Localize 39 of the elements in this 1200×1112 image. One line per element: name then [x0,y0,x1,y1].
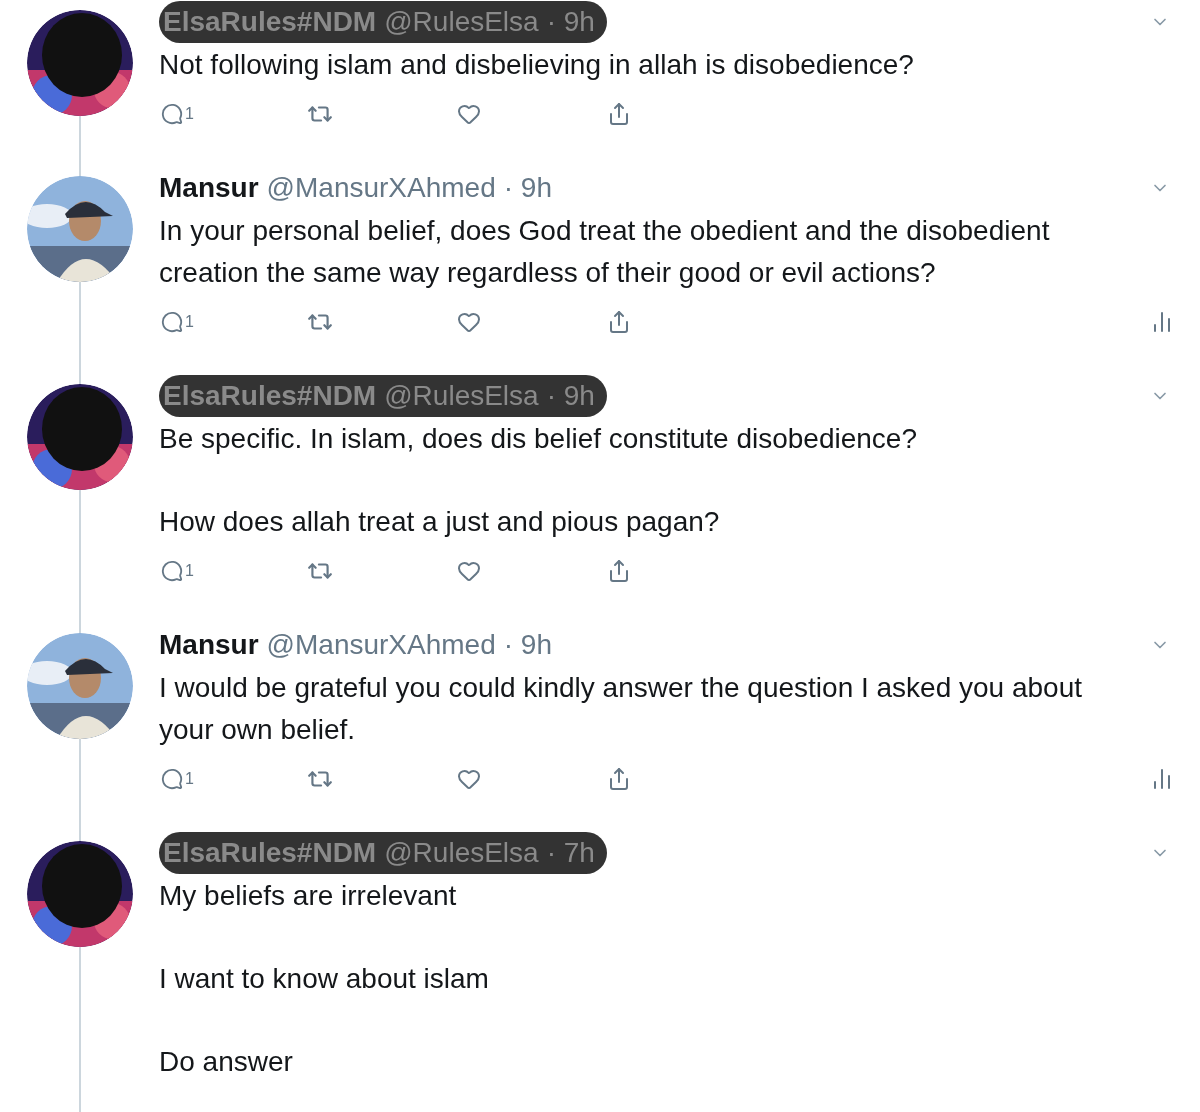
reply-button[interactable]: 1 [159,767,309,791]
tweet-time: · 9h [546,375,607,417]
tweet-text: I would be grateful you could kindly answer the question I asked you about your own belief. [159,671,1084,747]
like-icon[interactable] [457,767,481,791]
share-icon[interactable] [607,767,631,791]
tweet-text: Be specific. In islam, does dis belief constitute disobedience? [159,422,918,456]
tweet-time: · 7h [546,832,607,874]
tweet-text: My beliefs are irrelevant [159,879,458,913]
author-name[interactable]: ElsaRules#NDM [159,375,385,417]
share-icon[interactable] [607,559,631,583]
tweet-text: Do answer [159,1045,294,1079]
tweet-time: · 9h [546,1,607,43]
tweet-text: Not following islam and disbelieving in allah is disobedience? [159,48,915,82]
author-handle: @MansurXAhmed [266,628,497,662]
reply-icon[interactable] [161,311,183,333]
author-name[interactable]: Mansur [159,624,259,666]
like-icon[interactable] [457,559,481,583]
tweet-text: How does allah treat a just and pious pagan? [159,505,721,539]
tweet-time: · 9h [503,628,552,662]
reply-icon[interactable] [161,103,183,125]
reply-button[interactable]: 1 [159,102,309,126]
share-icon[interactable] [607,102,631,126]
tweet-time: · 9h [503,171,552,205]
reply-button[interactable]: 1 [159,310,309,334]
author-name[interactable]: ElsaRules#NDM [159,832,385,874]
tweet-text: In your personal belief, does God treat the obedient and the disobedient creation the same way regardless of their good or evil actions? [159,214,1051,290]
tweet-text: I want to know about islam [159,962,490,996]
like-icon[interactable] [457,310,481,334]
author-name[interactable]: ElsaRules#NDM [159,1,385,43]
reply-icon[interactable] [161,560,183,582]
author-handle: @RulesElsa [384,832,547,874]
like-icon[interactable] [457,102,481,126]
reply-icon[interactable] [161,768,183,790]
author-handle: @RulesElsa [384,1,547,43]
author-name[interactable]: Mansur [159,167,259,209]
author-handle: @MansurXAhmed [266,171,497,205]
author-handle: @RulesElsa [384,375,547,417]
share-icon[interactable] [607,310,631,334]
reply-button[interactable]: 1 [159,559,309,583]
